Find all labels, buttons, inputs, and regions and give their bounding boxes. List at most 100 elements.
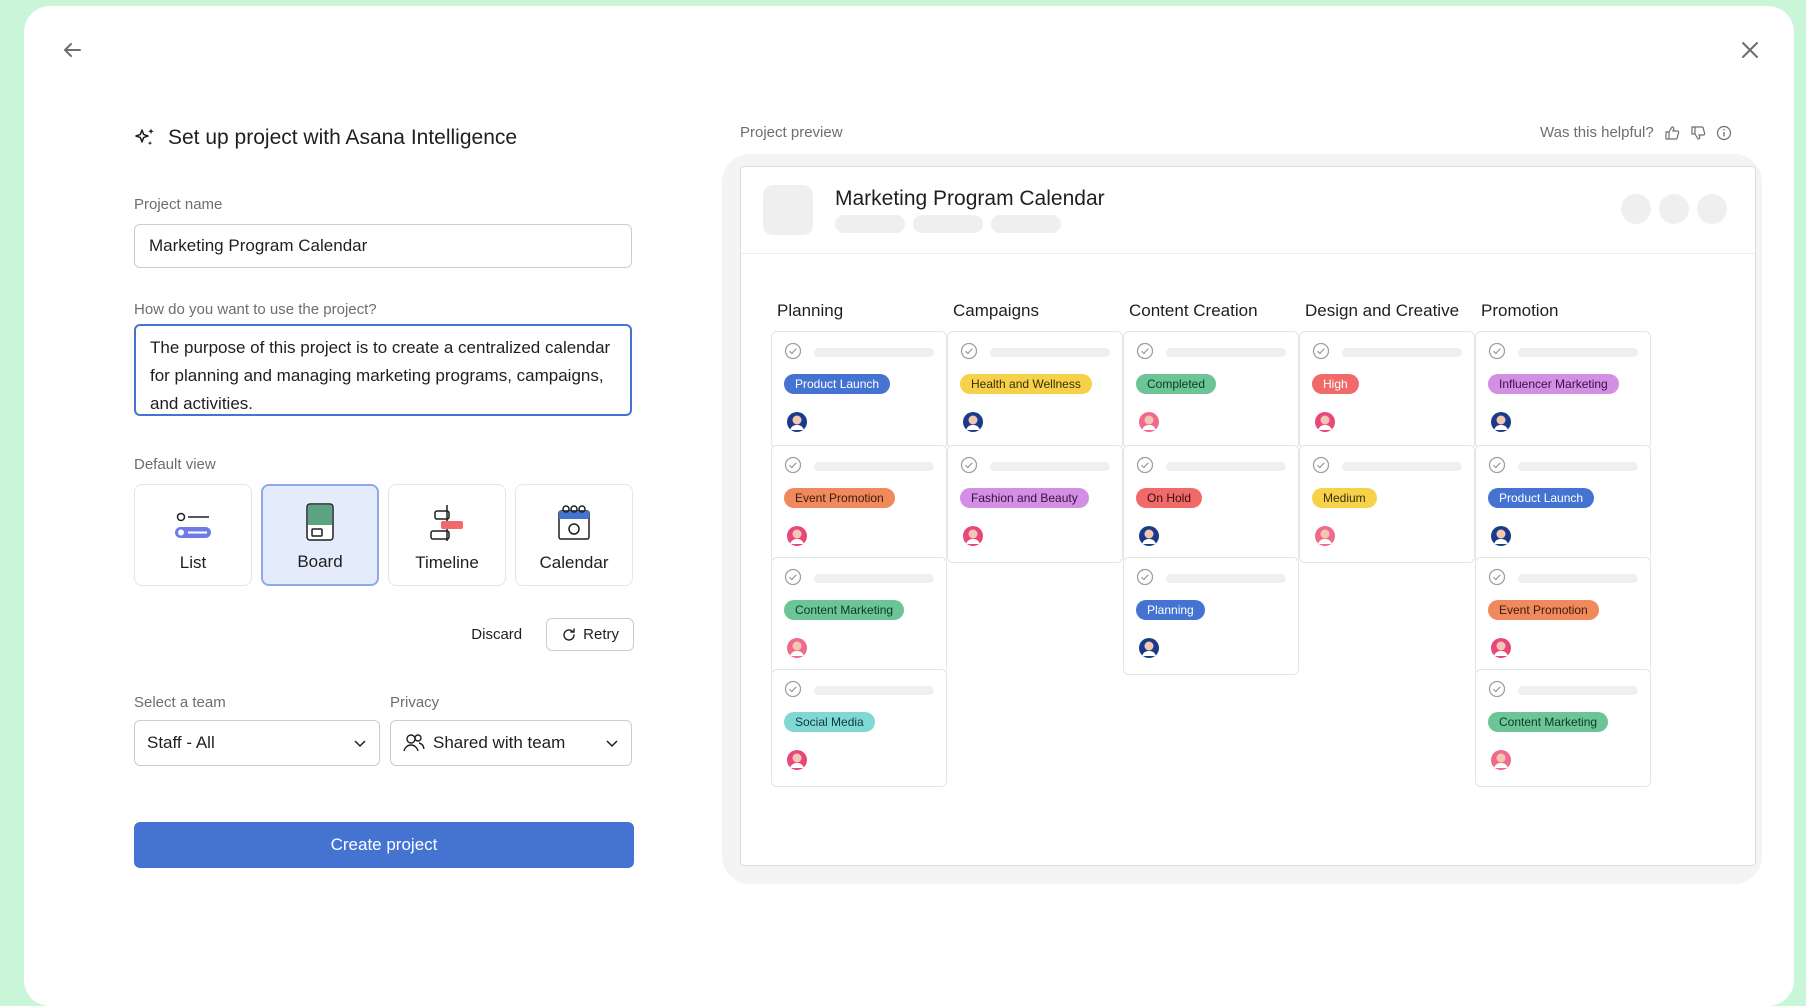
tag-pill: Product Launch <box>1488 488 1595 508</box>
task-card[interactable]: Completed <box>1123 331 1299 449</box>
tag-pill: On Hold <box>1136 488 1203 508</box>
task-card[interactable]: Health and Wellness <box>947 331 1123 449</box>
check-circle-icon[interactable] <box>1312 456 1330 474</box>
task-card[interactable]: Event Promotion <box>771 445 947 563</box>
timeline-icon <box>427 499 467 543</box>
check-circle-icon[interactable] <box>1312 342 1330 360</box>
column-title: Campaigns <box>953 301 1039 320</box>
check-circle-icon[interactable] <box>1136 456 1154 474</box>
tag-pill: Event Promotion <box>784 488 895 508</box>
task-name-placeholder <box>1166 348 1286 357</box>
sparkles-icon <box>135 128 154 145</box>
back-button[interactable] <box>54 32 90 68</box>
privacy-select-content: Shared with team <box>403 733 565 753</box>
check-circle-icon[interactable] <box>784 680 802 698</box>
avatar-icon <box>787 638 807 658</box>
thumbs-up-icon[interactable] <box>1664 125 1680 141</box>
task-card[interactable]: Influencer Marketing <box>1475 331 1651 449</box>
view-option-list[interactable]: List <box>134 484 252 586</box>
check-circle-icon[interactable] <box>784 568 802 586</box>
check-circle-icon[interactable] <box>1488 342 1506 360</box>
project-icon-placeholder <box>763 185 813 235</box>
member-placeholder <box>1621 194 1651 224</box>
preview-header: Marketing Program Calendar <box>741 167 1755 254</box>
chevron-down-icon <box>606 740 618 748</box>
check-circle-icon[interactable] <box>960 456 978 474</box>
avatar-icon <box>1491 412 1511 432</box>
avatar-icon <box>1491 750 1511 770</box>
task-name-placeholder <box>814 348 934 357</box>
check-circle-icon[interactable] <box>1136 568 1154 586</box>
retry-label: Retry <box>583 626 619 643</box>
board-column: Planning Product Launch Event Promotion Con… <box>771 301 949 787</box>
team-select-value: Staff - All <box>147 733 215 752</box>
close-icon <box>1742 42 1758 58</box>
feedback-bar: Was this helpful? <box>1540 124 1732 141</box>
preview-project-title: Marketing Program Calendar <box>835 187 1105 210</box>
tag-pill: Event Promotion <box>1488 600 1599 620</box>
team-label: Select a team <box>134 694 226 711</box>
avatar-icon <box>963 526 983 546</box>
view-option-calendar[interactable]: Calendar <box>515 484 633 586</box>
privacy-select[interactable]: Shared with team <box>390 720 632 766</box>
task-card[interactable]: High <box>1299 331 1475 449</box>
setup-heading-text: Set up project with Asana Intelligence <box>168 126 518 149</box>
task-card[interactable]: On Hold <box>1123 445 1299 563</box>
view-option-timeline[interactable]: Timeline <box>388 484 506 586</box>
task-card[interactable]: Content Marketing <box>1475 669 1651 787</box>
view-option-board[interactable]: Board <box>261 484 379 586</box>
check-circle-icon[interactable] <box>1136 342 1154 360</box>
member-placeholder <box>1659 194 1689 224</box>
team-select[interactable]: Staff - All <box>134 720 380 766</box>
info-icon[interactable] <box>1716 125 1732 141</box>
project-use-textarea[interactable]: The purpose of this project is to create… <box>134 324 632 416</box>
check-circle-icon[interactable] <box>1488 456 1506 474</box>
task-name-placeholder <box>814 686 934 695</box>
task-card[interactable]: Content Marketing <box>771 557 947 675</box>
task-card[interactable]: Product Launch <box>1475 445 1651 563</box>
task-name-placeholder <box>990 462 1110 471</box>
task-card[interactable]: Social Media <box>771 669 947 787</box>
task-card[interactable]: Product Launch <box>771 331 947 449</box>
discard-button[interactable]: Discard <box>471 626 522 643</box>
task-card[interactable]: Medium <box>1299 445 1475 563</box>
project-name-input[interactable]: Marketing Program Calendar <box>134 224 632 268</box>
tag-pill: High <box>1312 374 1359 394</box>
retry-button[interactable]: Retry <box>546 618 634 651</box>
tag-pill: Product Launch <box>784 374 891 394</box>
tab-placeholder <box>913 215 983 233</box>
close-button[interactable] <box>1732 32 1768 68</box>
avatar-icon <box>1315 526 1335 546</box>
column-title: Planning <box>777 301 844 320</box>
thumbs-down-icon[interactable] <box>1690 125 1706 141</box>
refresh-icon <box>563 627 575 641</box>
task-name-placeholder <box>1518 348 1638 357</box>
avatar-icon <box>787 526 807 546</box>
task-card[interactable]: Event Promotion <box>1475 557 1651 675</box>
view-options: List Board Timeline Calendar <box>134 484 633 586</box>
tag-pill: Completed <box>1136 374 1217 394</box>
project-preview-board: Marketing Program Calendar Planning Produ… <box>740 166 1756 866</box>
task-card[interactable]: Planning <box>1123 557 1299 675</box>
check-circle-icon[interactable] <box>960 342 978 360</box>
avatar-icon <box>787 412 807 432</box>
task-card[interactable]: Fashion and Beauty <box>947 445 1123 563</box>
list-icon <box>173 499 213 543</box>
task-name-placeholder <box>814 462 934 471</box>
check-circle-icon[interactable] <box>784 456 802 474</box>
privacy-select-value: Shared with team <box>433 733 566 752</box>
column-title: Design and Creative <box>1305 301 1460 320</box>
view-option-label: List <box>179 553 207 572</box>
create-project-button[interactable]: Create project <box>134 822 634 868</box>
tag-pill: Medium <box>1312 488 1377 508</box>
board-icon <box>305 498 335 542</box>
avatar-icon <box>1491 638 1511 658</box>
check-circle-icon[interactable] <box>1488 568 1506 586</box>
project-name-label: Project name <box>134 196 223 213</box>
check-circle-icon[interactable] <box>784 342 802 360</box>
tag-pill: Health and Wellness <box>960 374 1092 394</box>
tag-pill: Social Media <box>784 712 875 732</box>
setup-modal: Set up project with Asana Intelligence P… <box>24 6 1794 1006</box>
check-circle-icon[interactable] <box>1488 680 1506 698</box>
tag-pill: Content Marketing <box>1488 712 1609 732</box>
